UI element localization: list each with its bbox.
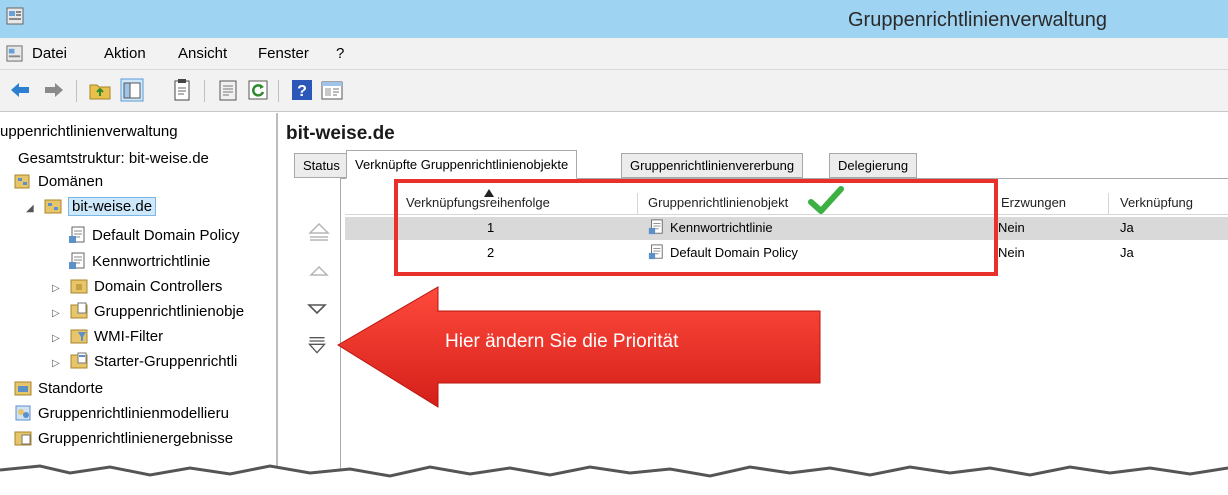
tree-forest-label: Gesamtstruktur: bit-weise.de xyxy=(18,150,209,167)
collapse-arrow-icon[interactable]: ◢ xyxy=(26,198,38,220)
menu-bar: Datei Aktion Ansicht Fenster ? xyxy=(0,38,1228,70)
tree-child-label: Gruppenrichtlinienobjе xyxy=(94,303,245,320)
toolbar-separator xyxy=(204,80,205,102)
toolbar-separator xyxy=(76,80,77,102)
cell-link-enabled: Ja xyxy=(1120,220,1134,235)
tab-status[interactable]: Status xyxy=(294,153,349,178)
window-title: Gruppenrichtlinienverwaltung xyxy=(848,9,1108,31)
tree-child-label: Domain Controllers xyxy=(94,278,223,295)
tree-child-label: Default Domain Policy xyxy=(92,227,240,244)
cell-link-enabled: Ja xyxy=(1120,245,1134,260)
clipboard-icon[interactable] xyxy=(170,78,194,102)
tree-modeling-label: Gruppenrichtlinienmodellieru xyxy=(38,405,229,422)
move-up-icon[interactable] xyxy=(308,262,330,282)
properties-icon[interactable] xyxy=(216,78,240,102)
move-down-icon[interactable] xyxy=(306,300,328,320)
menu-datei[interactable]: Datei xyxy=(32,45,67,62)
column-header-enforced[interactable]: Erzwungen xyxy=(997,193,1109,215)
ou-icon xyxy=(70,279,88,294)
starter-gpo-icon xyxy=(70,352,88,369)
callout-text: Hier ändern Sie die Priorität xyxy=(445,331,679,352)
tree-root-label: uppenrichtlinienverwaltung xyxy=(0,123,178,140)
tree-gpo-link-default[interactable]: Default Domain Policy xyxy=(68,225,240,247)
expand-arrow-icon[interactable]: ▷ xyxy=(52,328,64,350)
tree-domain-controllers[interactable]: ▷ Domain Controllers xyxy=(52,276,222,298)
help-icon[interactable]: ? xyxy=(290,78,314,102)
tree-domain-bit-weise[interactable]: ◢ bit-weise.de xyxy=(26,196,157,220)
tab-delegation[interactable]: Delegierung xyxy=(829,153,918,178)
tree-root[interactable]: uppenrichtlinienverwaltung xyxy=(0,121,178,143)
tree-starter-gpos[interactable]: ▷ Starter-Gruppenrichtli xyxy=(52,351,237,373)
toolbar-separator xyxy=(278,80,279,102)
tree-modeling[interactable]: Gruppenrichtlinienmodellieru xyxy=(14,403,229,425)
modeling-icon xyxy=(15,405,31,421)
page-title: bit-weise.de xyxy=(286,123,395,144)
tree-gpo-container[interactable]: ▷ Gruppenrichtlinienobjе xyxy=(52,301,244,323)
tree-sites-label: Standorte xyxy=(38,380,104,397)
tree-child-label: Kennwortrichtlinie xyxy=(92,253,211,270)
tree-child-label: WMI-Filter xyxy=(94,328,164,345)
gpo-folder-icon xyxy=(70,302,88,319)
tree-wmi-filter[interactable]: ▷ WMI-Filter xyxy=(52,326,163,348)
refresh-icon[interactable] xyxy=(246,78,270,102)
title-bar: Gruppenrichtlinienverwaltung xyxy=(0,0,1228,38)
system-menu-icon[interactable] xyxy=(6,45,23,62)
sites-icon xyxy=(14,381,32,396)
expand-arrow-icon[interactable]: ▷ xyxy=(52,278,64,300)
expand-arrow-icon[interactable]: ▷ xyxy=(52,303,64,325)
tree-domains[interactable]: Domänen xyxy=(14,171,103,193)
wmi-filter-icon xyxy=(70,329,88,344)
up-folder-icon[interactable] xyxy=(88,78,112,102)
menu-fenster[interactable]: Fenster xyxy=(258,45,309,62)
highlight-rectangle xyxy=(394,179,998,276)
menu-ansicht[interactable]: Ansicht xyxy=(178,45,227,62)
domains-icon xyxy=(14,174,30,189)
column-header-link[interactable]: Verknüpfung xyxy=(1116,193,1228,215)
show-tree-icon[interactable] xyxy=(120,78,144,102)
menu-help[interactable]: ? xyxy=(336,45,344,62)
tree-gpo-link-kennwort[interactable]: Kennwortrichtlinie xyxy=(68,251,210,273)
gpo-link-icon xyxy=(69,226,85,243)
expand-arrow-icon[interactable]: ▷ xyxy=(52,353,64,375)
menu-aktion[interactable]: Aktion xyxy=(104,45,146,62)
move-to-bottom-icon[interactable] xyxy=(306,336,328,356)
console-icon[interactable] xyxy=(320,78,344,102)
toolbar: ? xyxy=(0,70,1228,112)
tree-child-label: Starter-Gruppenrichtli xyxy=(94,353,238,370)
tab-inheritance[interactable]: Gruppenrichtlinienvererbung xyxy=(621,153,804,178)
cell-enforced: Nein xyxy=(998,245,1025,260)
tree-domain-label: bit-weise.de xyxy=(68,197,157,216)
cell-enforced: Nein xyxy=(998,220,1025,235)
svg-text:?: ? xyxy=(297,83,307,100)
back-icon[interactable] xyxy=(8,78,32,102)
gpo-link-icon xyxy=(69,252,85,269)
tree-domains-label: Domänen xyxy=(38,173,104,190)
torn-edge-decoration xyxy=(0,464,1228,495)
console-tree: uppenrichtlinienverwaltung Gesamtstruktu… xyxy=(0,113,278,495)
tree-sites[interactable]: Standorte xyxy=(14,378,103,400)
tab-linked-gpos[interactable]: Verknüpfte Gruppenrichtlinienobjekte xyxy=(346,150,578,179)
tree-forest[interactable]: Gesamtstruktur: bit-weise.de xyxy=(18,148,209,170)
forward-icon[interactable] xyxy=(42,78,66,102)
gpmc-app-icon[interactable] xyxy=(6,7,24,25)
domain-icon xyxy=(44,199,62,214)
move-to-top-icon[interactable] xyxy=(308,222,330,242)
